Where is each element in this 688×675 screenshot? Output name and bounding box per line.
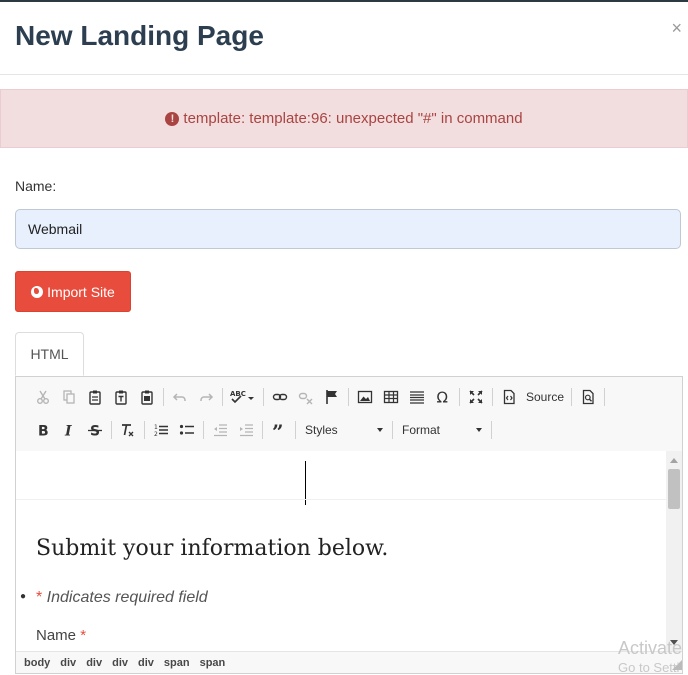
format-dropdown-label: Format [402, 423, 441, 437]
spellcheck-icon[interactable]: ABC [226, 384, 260, 410]
styles-dropdown[interactable]: Styles [299, 419, 389, 441]
toolbar-separator [203, 421, 204, 439]
styles-dropdown-label: Styles [305, 423, 338, 437]
preview-icon[interactable] [575, 384, 601, 410]
path-item-div[interactable]: div [138, 657, 154, 669]
exclamation-circle-icon: ! [165, 111, 180, 126]
italic-icon[interactable]: I [56, 417, 82, 443]
rich-text-editor: ABC Ω Source B I S 12 ” Styles Format Su… [15, 376, 683, 674]
remove-format-icon[interactable] [115, 417, 141, 443]
activation-watermark-subtext: Go to Setti [618, 660, 680, 675]
required-note: * Indicates required field [36, 589, 208, 607]
strikethrough-icon[interactable]: S [82, 417, 108, 443]
chevron-down-icon [377, 428, 383, 432]
toolbar-separator [348, 388, 349, 406]
paste-text-icon[interactable] [108, 384, 134, 410]
horizontal-rule-icon[interactable] [404, 384, 430, 410]
blockquote-icon[interactable]: ” [266, 417, 292, 443]
toolbar-separator [604, 388, 606, 406]
path-item-div[interactable]: div [60, 657, 76, 669]
toolbar-separator [491, 421, 492, 439]
svg-text:1: 1 [154, 424, 158, 431]
resize-grip-icon[interactable] [672, 660, 682, 670]
element-path-bar: body div div div div span span [16, 651, 682, 673]
unlink-icon[interactable] [293, 384, 319, 410]
bold-icon[interactable]: B [30, 417, 56, 443]
editor-toolbar: ABC Ω Source B I S 12 ” Styles Format [16, 377, 682, 452]
toolbar-separator [111, 421, 112, 439]
content-name-star: * [80, 627, 87, 644]
modal-title: New Landing Page [15, 20, 264, 51]
content-name-text: Name [36, 627, 77, 644]
toolbar-separator [295, 421, 296, 439]
paste-from-word-icon[interactable] [134, 384, 160, 410]
name-input[interactable] [15, 209, 681, 249]
error-message: template: template:96: unexpected "#" in… [183, 110, 523, 127]
increase-indent-icon[interactable] [233, 417, 259, 443]
globe-icon [31, 285, 44, 298]
scrollbar-thumb[interactable] [668, 469, 680, 509]
toolbar-separator [163, 388, 164, 406]
scroll-up-icon[interactable] [670, 458, 678, 463]
svg-text:I: I [64, 424, 72, 439]
svg-text:2: 2 [154, 431, 158, 438]
numbered-list-icon[interactable]: 12 [148, 417, 174, 443]
toolbar-separator [392, 421, 393, 439]
close-button[interactable]: × [671, 18, 682, 39]
import-site-button[interactable]: Import Site [15, 271, 131, 312]
paste-icon[interactable] [82, 384, 108, 410]
toolbar-separator [144, 421, 145, 439]
special-character-icon[interactable]: Ω [430, 384, 456, 410]
svg-text:Ω: Ω [437, 389, 448, 405]
bullet-icon: ● [20, 591, 27, 602]
path-item-span[interactable]: span [200, 657, 226, 669]
path-item-div[interactable]: div [86, 657, 102, 669]
source-button-label[interactable]: Source [522, 384, 568, 410]
content-heading: Submit your information below. [36, 536, 389, 561]
toolbar-separator [263, 388, 264, 406]
svg-text:”: ” [272, 422, 284, 438]
path-item-body[interactable]: body [24, 657, 50, 669]
editor-content[interactable]: Submit your information below. ● * Indic… [16, 451, 666, 651]
source-icon[interactable] [496, 384, 522, 410]
import-site-label: Import Site [47, 283, 115, 300]
tab-bar: HTML [15, 332, 683, 377]
required-text: Indicates required field [42, 589, 208, 606]
toolbar-separator [459, 388, 460, 406]
tab-html[interactable]: HTML [15, 332, 84, 376]
decrease-indent-icon[interactable] [207, 417, 233, 443]
chevron-down-icon [476, 428, 482, 432]
anchor-icon[interactable] [319, 384, 345, 410]
activation-watermark: Activate [618, 638, 683, 658]
svg-text:ABC: ABC [230, 390, 246, 398]
name-label: Name: [15, 178, 57, 194]
undo-icon[interactable] [167, 384, 193, 410]
svg-text:B: B [38, 424, 49, 439]
divider [16, 499, 666, 500]
bulleted-list-icon[interactable] [174, 417, 200, 443]
cut-icon[interactable] [30, 384, 56, 410]
content-name-label: Name * [36, 627, 86, 644]
copy-icon[interactable] [56, 384, 82, 410]
maximize-icon[interactable] [463, 384, 489, 410]
table-icon[interactable] [378, 384, 404, 410]
toolbar-separator [492, 388, 493, 406]
link-icon[interactable] [267, 384, 293, 410]
image-icon[interactable] [352, 384, 378, 410]
toolbar-row-1: ABC Ω Source [30, 384, 608, 410]
toolbar-row-2: B I S 12 ” Styles Format [30, 417, 495, 443]
toolbar-separator [571, 388, 573, 406]
toolbar-separator [222, 388, 223, 406]
error-alert: ! template: template:96: unexpected "#" … [0, 89, 688, 148]
path-item-span[interactable]: span [164, 657, 190, 669]
format-dropdown[interactable]: Format [396, 419, 488, 441]
toolbar-separator [262, 421, 263, 439]
editor-scrollbar[interactable] [666, 451, 682, 651]
modal-header: New Landing Page × [0, 2, 688, 75]
path-item-div[interactable]: div [112, 657, 128, 669]
redo-icon[interactable] [193, 384, 219, 410]
